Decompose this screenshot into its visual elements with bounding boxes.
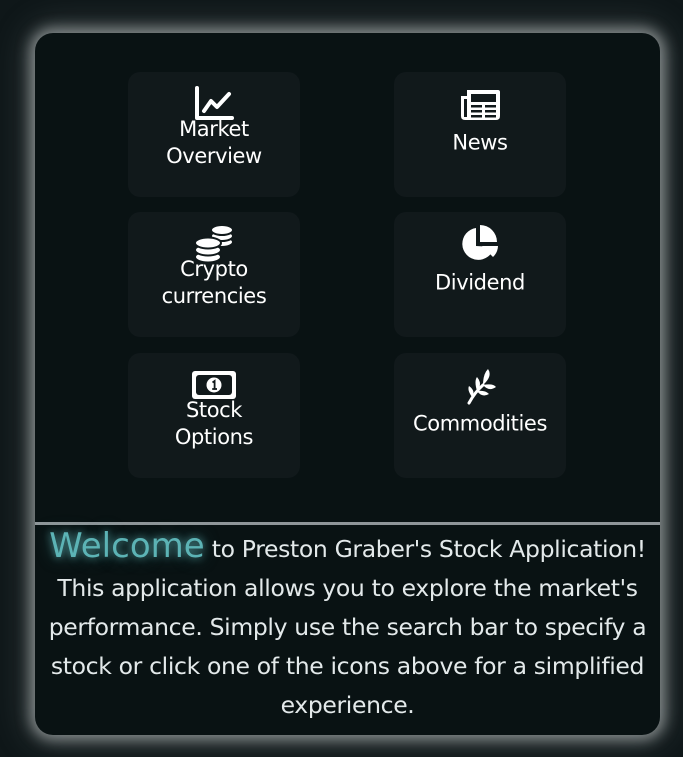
tile-label: News xyxy=(452,130,508,155)
main-panel: Market Overview News Crypto currencies D… xyxy=(35,33,660,735)
welcome-highlight: Welcome xyxy=(49,526,205,566)
tile-commodities[interactable]: Commodities xyxy=(394,353,566,478)
tile-market-overview[interactable]: Market Overview xyxy=(128,72,300,197)
tile-label: Dividend xyxy=(435,270,525,295)
tile-label: Market Overview xyxy=(166,117,262,168)
pie-chart-icon xyxy=(394,224,566,264)
seedling-icon xyxy=(394,365,566,405)
tile-news[interactable]: News xyxy=(394,72,566,197)
tile-stock-options[interactable]: Stock Options xyxy=(128,353,300,478)
tile-label: Stock Options xyxy=(174,398,254,449)
welcome-message: Welcome to Preston Graber's Stock Applic… xyxy=(41,527,654,725)
tile-label: Crypto currencies xyxy=(161,257,267,308)
tile-cryptocurrencies[interactable]: Crypto currencies xyxy=(128,212,300,337)
newspaper-icon xyxy=(394,84,566,124)
divider xyxy=(35,522,660,525)
tile-dividend[interactable]: Dividend xyxy=(394,212,566,337)
tile-label: Commodities xyxy=(413,411,547,436)
